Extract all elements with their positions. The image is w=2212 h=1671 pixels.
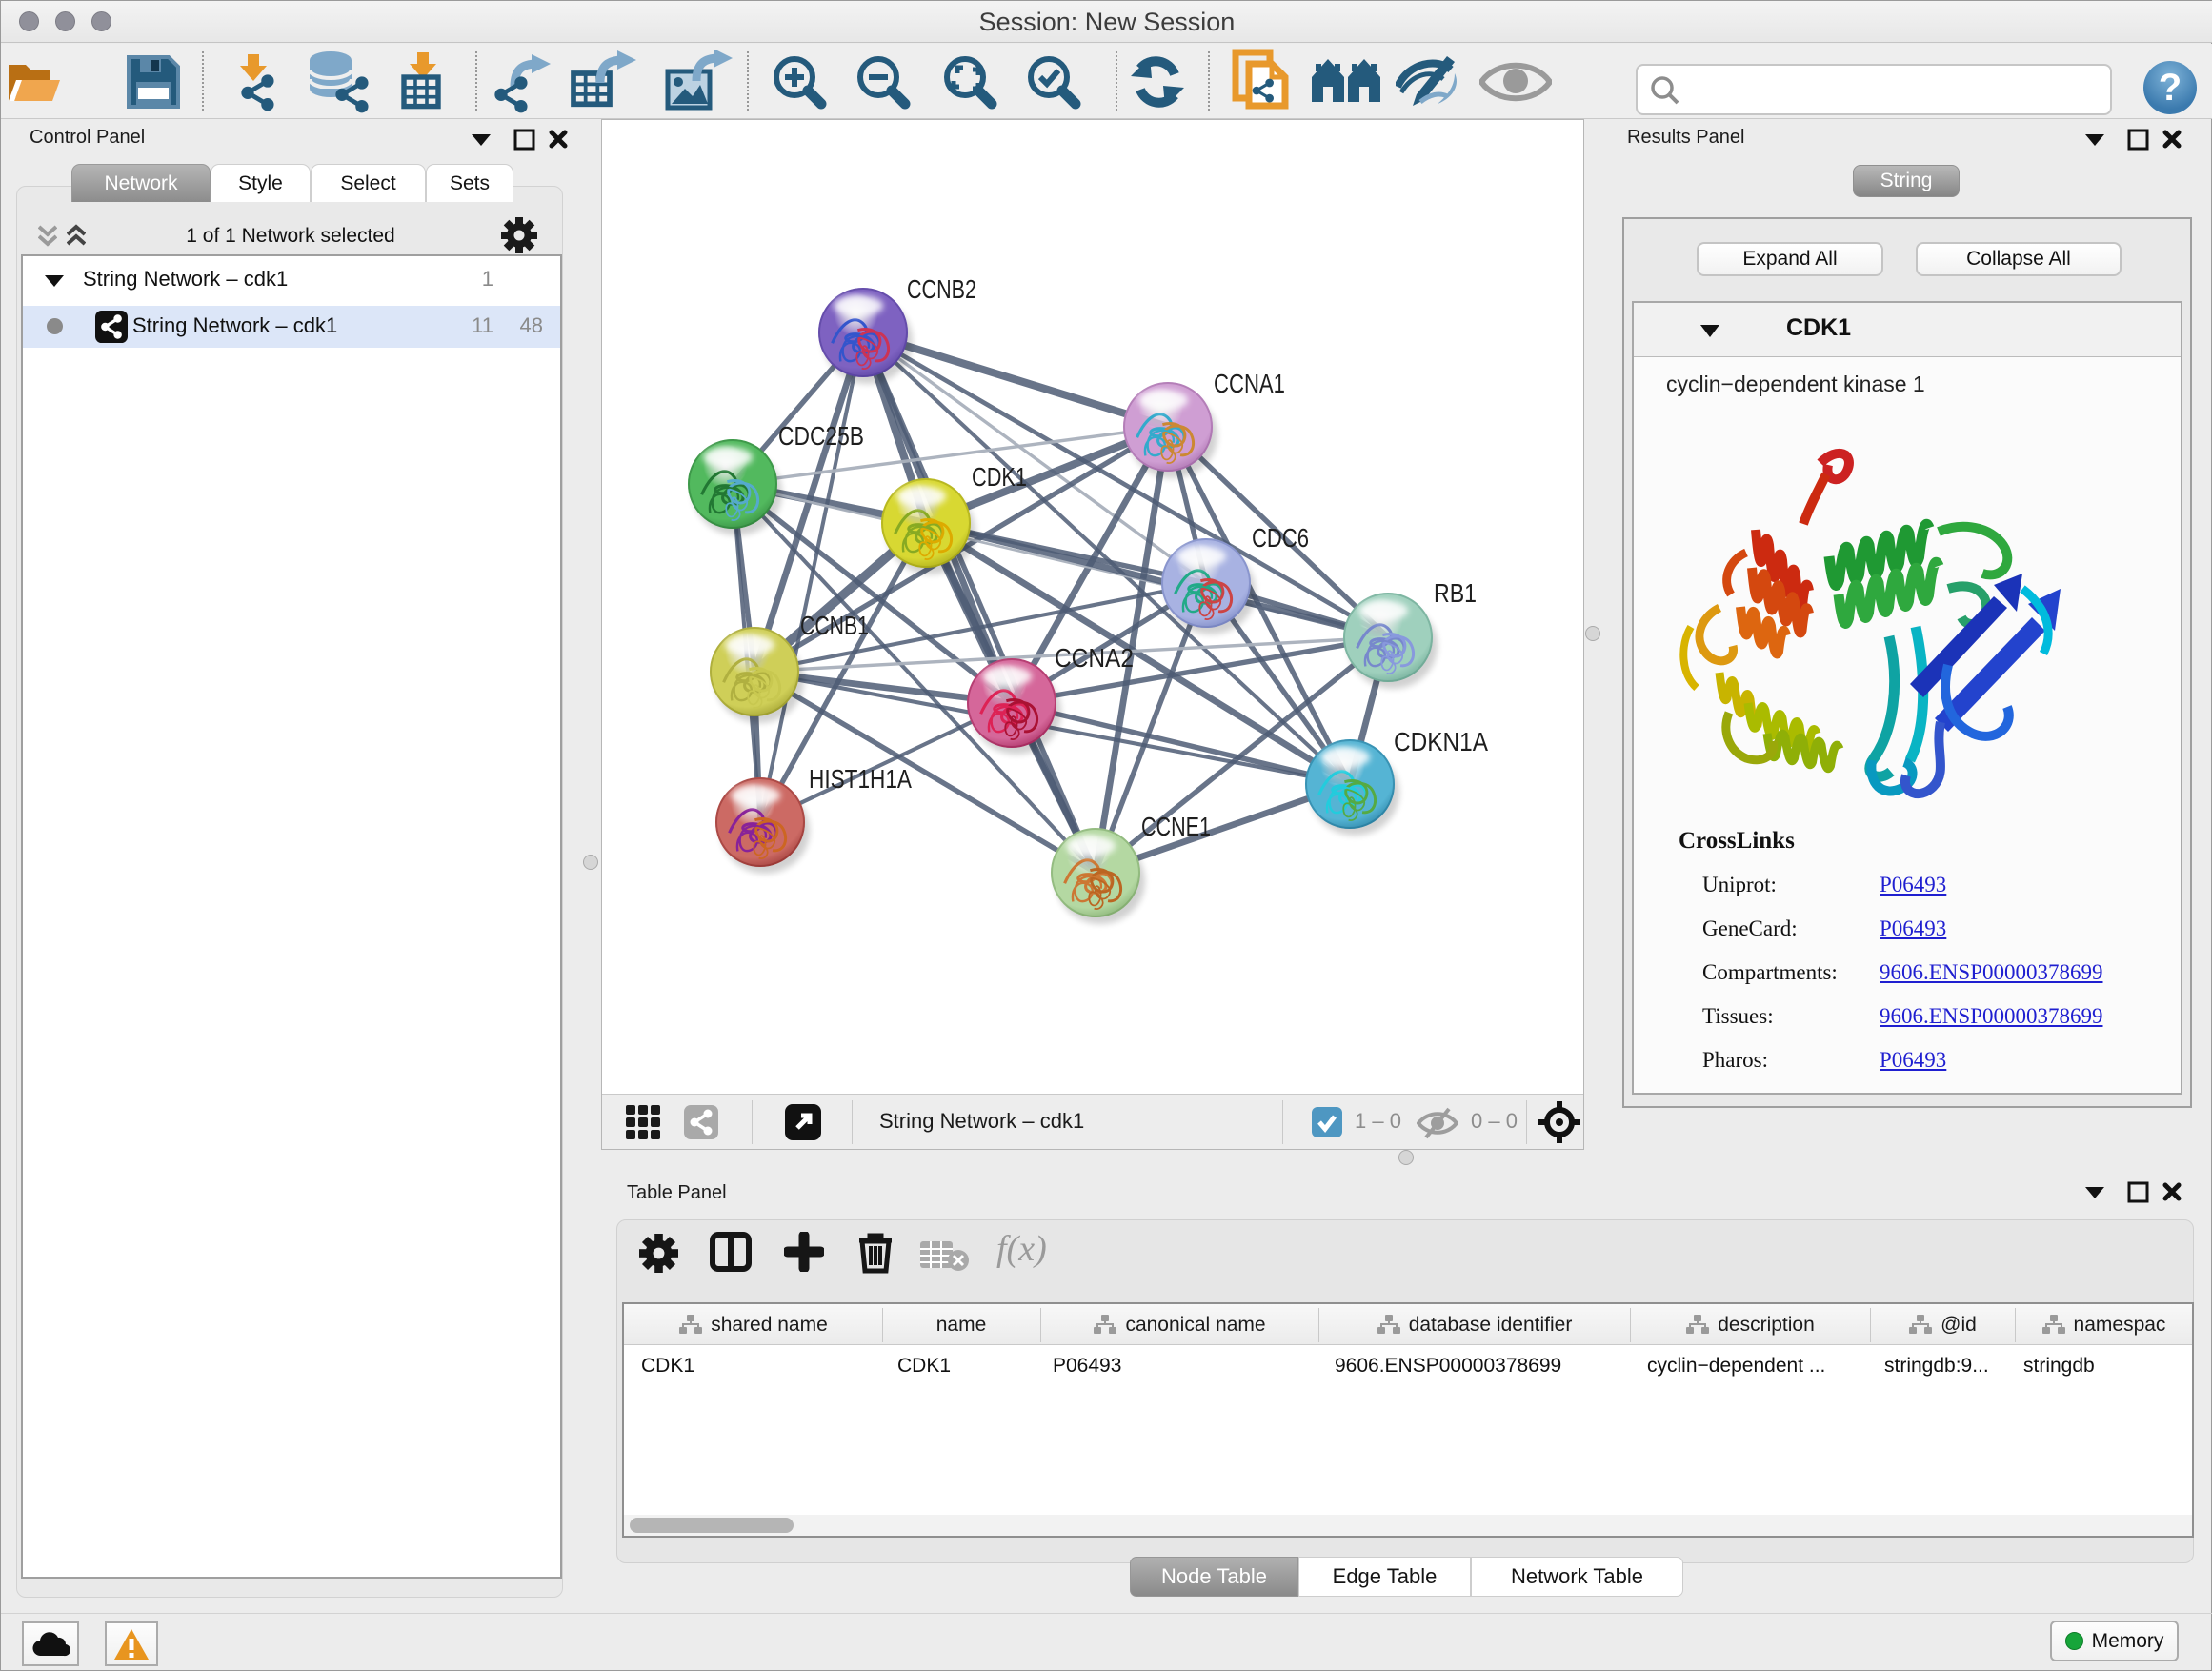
svg-text:CCNA1: CCNA1 [1214,369,1285,398]
svg-text:CCNB1: CCNB1 [800,611,869,640]
svg-text:RB1: RB1 [1434,578,1477,608]
svg-text:HIST1H1A: HIST1H1A [809,764,912,794]
svg-text:CCNE1: CCNE1 [1141,812,1211,841]
svg-text:CCNB2: CCNB2 [907,274,976,304]
svg-text:CDKN1A: CDKN1A [1394,727,1488,756]
svg-text:CDK1: CDK1 [972,462,1027,492]
svg-text:CCNA2: CCNA2 [1055,643,1134,673]
svg-text:CDC25B: CDC25B [778,421,864,451]
svg-text:CDC6: CDC6 [1252,523,1309,553]
